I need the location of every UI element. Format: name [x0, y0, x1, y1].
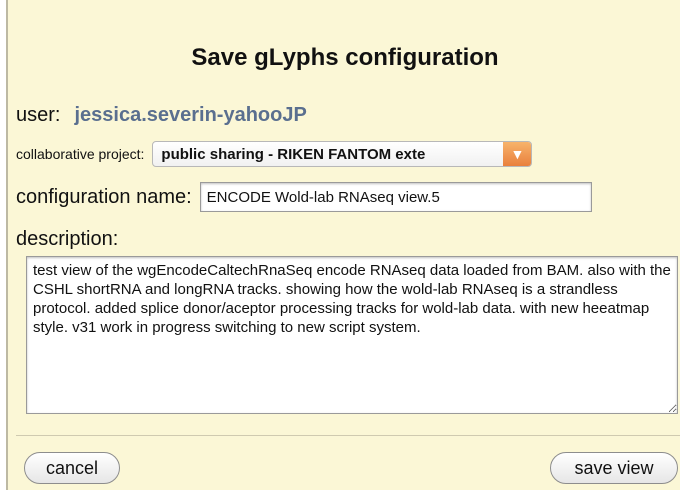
chevron-down-icon[interactable]: ▼ [503, 142, 532, 166]
user-value: jessica.severin-yahooJP [74, 104, 307, 126]
config-name-row: configuration name: [16, 182, 592, 212]
dialog-title: Save gLyphs configuration [191, 44, 499, 71]
config-name-input[interactable] [199, 182, 592, 212]
divider [16, 435, 680, 436]
description-label: description: [16, 228, 119, 250]
user-row: user: jessica.severin-yahooJP [16, 104, 307, 127]
project-selected-value: public sharing - RIKEN FANTOM exte [161, 145, 426, 163]
save-config-dialog: Save gLyphs configuration user: jessica.s… [6, 0, 680, 490]
project-row: collaborative project: public sharing - … [16, 140, 533, 168]
cancel-button[interactable]: cancel [24, 452, 120, 484]
save-view-button[interactable]: save view [550, 452, 678, 484]
project-label: collaborative project: [16, 146, 145, 162]
config-name-label: configuration name: [16, 185, 192, 208]
project-select[interactable]: public sharing - RIKEN FANTOM exte ▼ [152, 141, 533, 167]
user-label: user: [16, 104, 61, 126]
description-textarea[interactable]: test view of the wgEncodeCaltechRnaSeq e… [26, 256, 678, 414]
